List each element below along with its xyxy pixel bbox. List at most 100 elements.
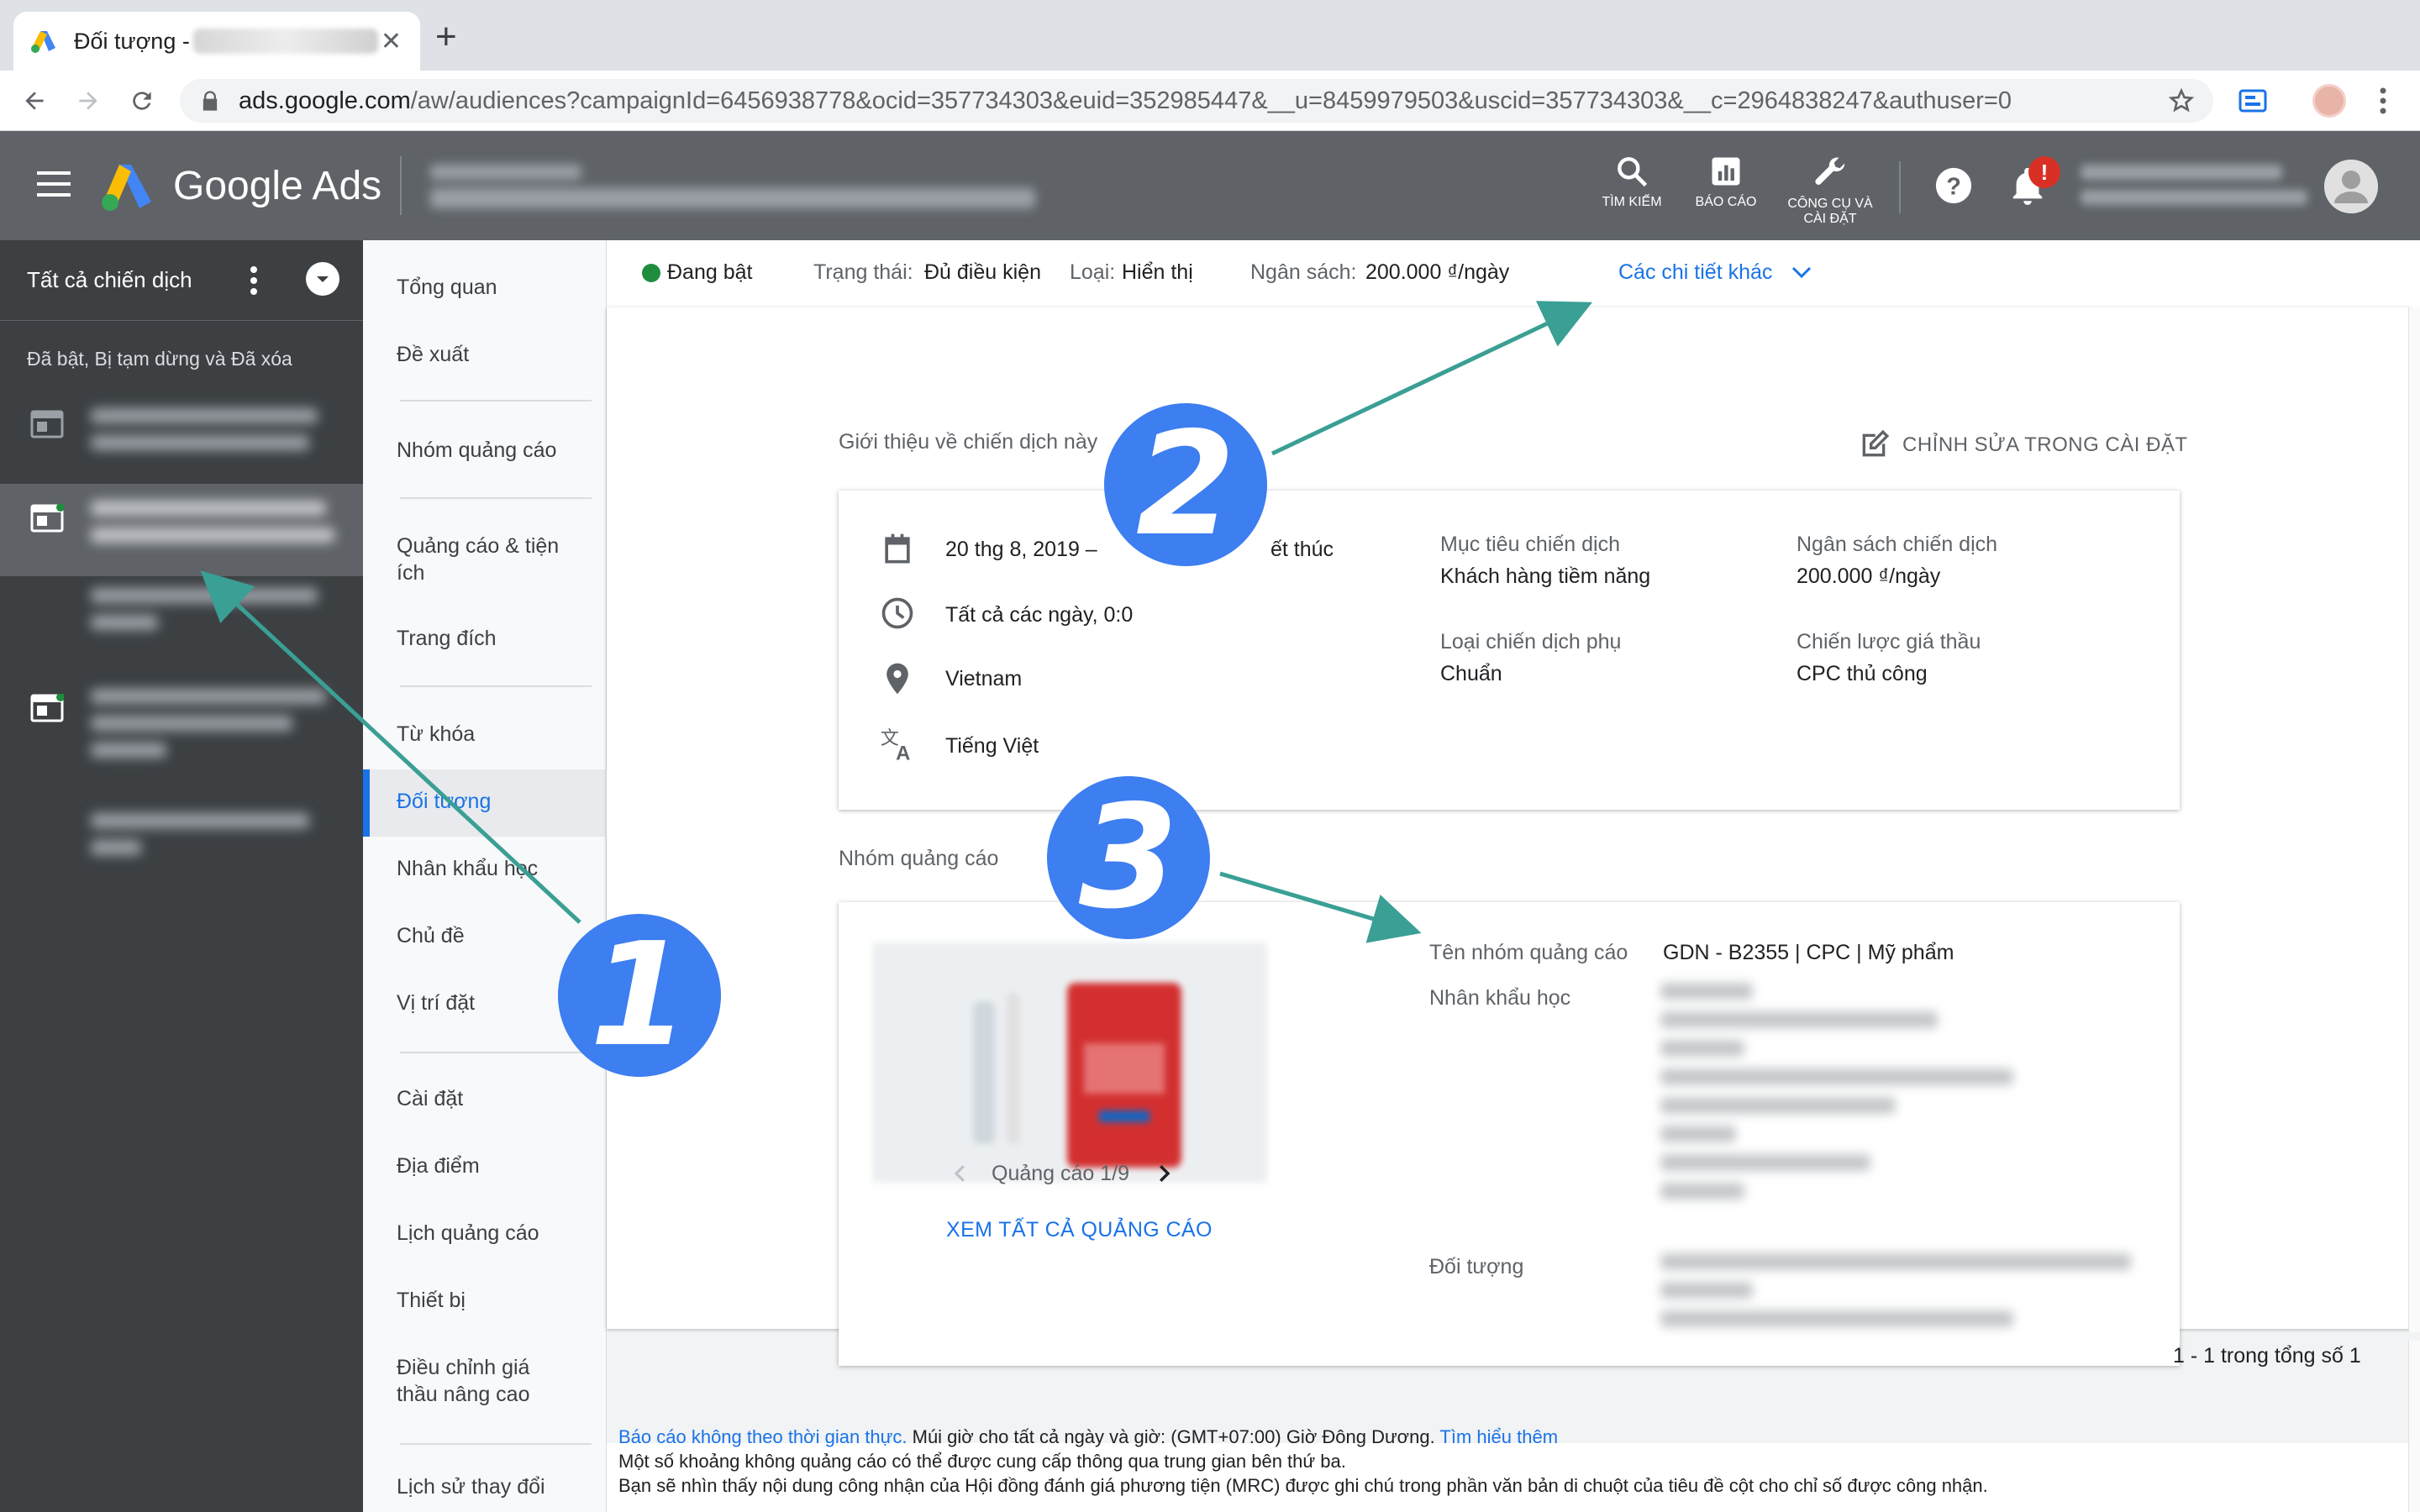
tools-settings-button[interactable]: CÔNG CỤ VÀ CÀI ĐẶT [1779,153,1881,228]
subtype-value: Chuẩn [1440,662,1502,685]
campaign-budget-label: Ngân sách chiến dịch [1797,533,1998,556]
more-details-link[interactable]: Các chi tiết khác [1618,260,1813,285]
nav-ads-extensions[interactable]: Quảng cáo & tiện ích [363,533,590,586]
sidebar-adgroup-item[interactable] [0,576,363,652]
url-text: ads.google.com/aw/audiences?campaignId=6… [239,87,2012,114]
extension-icon[interactable] [2238,87,2267,114]
display-campaign-icon [30,694,64,722]
nav-recommendations[interactable]: Đề xuất [363,341,607,368]
user-avatar[interactable] [2324,160,2378,213]
learn-more-link[interactable]: Tìm hiểu thêm [1439,1426,1558,1447]
enabled-status-dot [642,264,660,282]
subtype-label: Loại chiến dịch phụ [1440,630,1622,654]
chevron-left-icon[interactable] [948,1161,973,1186]
nav-advanced-bid-adjustments[interactable]: Điều chỉnh giá thầu nâng cao [363,1354,573,1408]
google-ads-logo [102,165,151,211]
vertical-scrollbar-lower[interactable] [2408,1341,2420,1512]
non-realtime-report-link[interactable]: Báo cáo không theo thời gian thực. [618,1426,908,1447]
ad-group-card: Quảng cáo 1/9 XEM TẤT CẢ QUẢNG CÁO Tên n… [839,902,2180,1366]
back-icon[interactable] [15,81,54,120]
edit-icon [1862,429,1890,457]
nav-ad-groups[interactable]: Nhóm quảng cáo [363,437,607,464]
nav-locations[interactable]: Địa điểm [363,1152,607,1179]
footer-notes: Báo cáo không theo thời gian thực. Múi g… [618,1425,1988,1498]
ad-preview-image[interactable] [872,942,1267,1183]
browser-tab[interactable]: Đối tượng - ✕ [13,12,420,71]
menu-icon[interactable] [37,171,71,197]
translate-icon: 文A [881,728,911,763]
ad-pager-label: Quảng cáo 1/9 [992,1161,1130,1185]
calendar-icon [885,533,910,564]
bidding-value: CPC thủ công [1797,662,1928,685]
nav-topics[interactable]: Chủ đề [363,922,607,949]
forward-icon[interactable] [69,81,108,120]
demographics-values-redacted [1660,983,2013,1211]
nav-change-history[interactable]: Lịch sử thay đổi [363,1473,607,1500]
annotation-number-3: 3 [1047,776,1210,939]
nav-landing-pages[interactable]: Trang đích [363,625,607,652]
sidebar-adgroup-item[interactable] [0,805,363,880]
campaign-schedule: Tất cả các ngày, 0:0 [945,603,1134,627]
audience-label: Đối tượng [1429,1255,1524,1278]
reports-tool-button[interactable]: BÁO CÁO [1676,153,1776,210]
browser-menu-icon[interactable] [2378,86,2388,116]
campaign-filter-text[interactable]: Đã bật, Bị tạm dừng và Đã xóa [27,348,292,370]
annotation-number-1: 1 [558,914,721,1077]
new-tab-icon[interactable]: + [435,18,457,55]
adgroup-name-redacted [91,588,334,642]
tab-title: Đối tượng - [74,28,190,54]
nav-demographics[interactable]: Nhân khẩu học [363,855,607,882]
vertical-scrollbar[interactable] [2408,307,2420,1332]
help-icon[interactable]: ? [1934,166,1973,205]
nav-devices[interactable]: Thiết bị [363,1287,607,1314]
sidebar-campaign-item[interactable] [0,391,363,475]
chevron-right-icon[interactable] [1151,1161,1176,1186]
budget-label: Ngân sách: [1250,260,1357,284]
campaign-name-redacted [91,501,334,554]
nav-ad-schedule[interactable]: Lịch quảng cáo [363,1220,607,1247]
user-email-redacted [2081,165,2316,212]
ad-group-name-value[interactable]: GDN - B2355 | CPC | Mỹ phẩm [1663,941,1954,965]
account-name-redacted[interactable] [430,165,1052,215]
nav-divider [400,1443,592,1445]
svg-text:?: ? [1946,174,1961,201]
close-tab-icon[interactable]: ✕ [381,27,402,56]
search-tool-label: TÌM KIẾM [1602,195,1662,209]
browser-tab-strip: Đối tượng - ✕ + [0,0,2420,71]
expand-dropdown-icon[interactable] [306,262,339,296]
view-all-ads-link[interactable]: XEM TẤT CẢ QUẢNG CÁO [946,1218,1213,1242]
sidebar-campaign-item-active[interactable] [0,484,363,576]
campaign-state[interactable]: Đang bật [667,260,752,285]
goal-value: Khách hàng tiềm năng [1440,564,1651,588]
bookmark-star-icon[interactable] [2168,87,2195,114]
tab-title-redacted [192,29,378,54]
nav-overview[interactable]: Tổng quan [363,274,607,301]
sidebar-header: Tất cả chiến dịch [0,240,363,321]
edit-in-settings-link[interactable]: CHỈNH SỬA TRONG CÀI ĐẶT [1857,428,2188,462]
chevron-down-icon [1792,267,1812,279]
address-bar[interactable]: ads.google.com/aw/audiences?campaignId=6… [180,79,2213,123]
reload-icon[interactable] [123,81,161,120]
goal-label: Mục tiêu chiến dịch [1440,533,1621,556]
display-campaign-icon [30,410,64,438]
campaign-start-date: 20 thg 8, 2019 – [945,538,1097,561]
ad-group-section-title: Nhóm quảng cáo [839,847,999,870]
sidebar-campaign-item[interactable] [0,677,363,769]
nav-audiences[interactable]: Đối tượng [363,769,607,837]
nav-keywords[interactable]: Từ khóa [363,721,607,748]
more-options-icon[interactable] [249,264,259,297]
search-tool-button[interactable]: TÌM KIẾM [1581,153,1682,210]
status-value: Đủ điều kiện [924,260,1041,284]
all-campaigns-title[interactable]: Tất cả chiến dịch [27,267,192,293]
status-label: Trạng thái: [813,260,913,284]
clock-icon [881,597,913,629]
campaign-language: Tiếng Việt [945,734,1039,758]
ad-group-name-label: Tên nhóm quảng cáo [1429,941,1628,964]
pagination-count: 1 - 1 trong tổng số 1 [2173,1344,2361,1368]
nav-divider [400,497,592,499]
adgroup-name-redacted [91,813,334,867]
reports-icon [1712,157,1740,186]
header-divider [400,156,402,215]
browser-profile-avatar[interactable] [2312,84,2346,118]
nav-settings[interactable]: Cài đặt [363,1085,607,1112]
